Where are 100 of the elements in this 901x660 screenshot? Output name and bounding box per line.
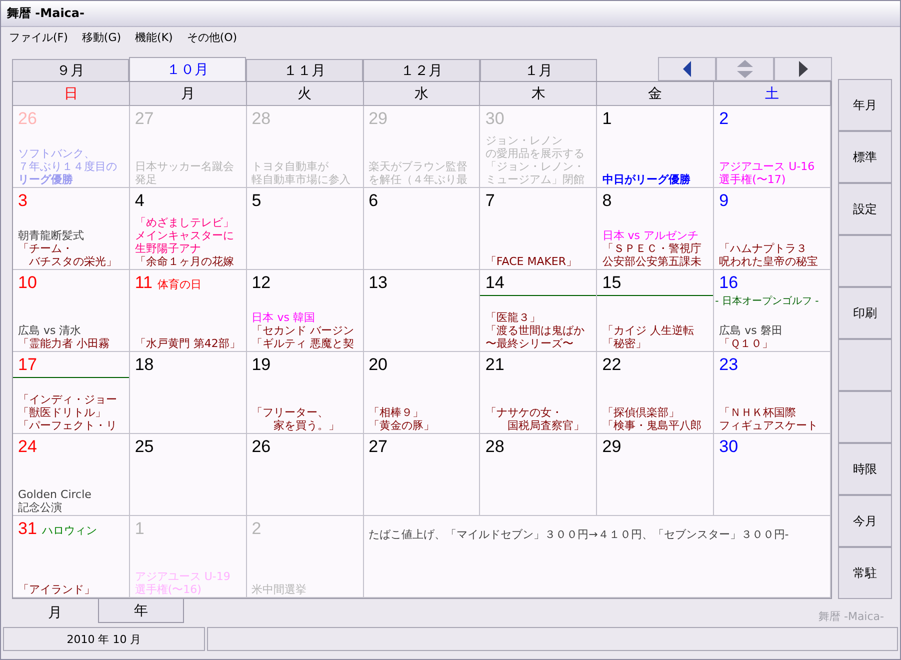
event-text: の愛用品を展示する bbox=[485, 147, 586, 160]
side-button[interactable]: 今月 bbox=[838, 495, 892, 547]
next-button[interactable] bbox=[774, 57, 832, 81]
day-cell[interactable]: 3 朝青龍断髪式 「チーム・ バチスタの栄光」 bbox=[13, 188, 130, 270]
day-cell[interactable]: 29 bbox=[597, 434, 714, 516]
day-cell[interactable]: 5 bbox=[246, 188, 364, 270]
event-text: 「パーフェクト・リ bbox=[18, 419, 118, 432]
day-cell[interactable]: 20 「相棒９」 「黄金の豚」 bbox=[364, 352, 480, 434]
side-button[interactable]: 標準 bbox=[838, 131, 892, 183]
day-cell[interactable]: 19 「フリーター、 家を買う。」 bbox=[246, 352, 364, 434]
blank-side-button[interactable] bbox=[838, 391, 892, 443]
event-text: 「医龍３」 bbox=[485, 311, 542, 324]
side-button[interactable]: 設定 bbox=[838, 183, 892, 235]
right-triangle-icon bbox=[798, 61, 808, 77]
event-text: 「探偵倶楽部」 bbox=[602, 406, 680, 419]
day-cell[interactable]: 4 「めざましテレビ」 メインキャスターに 生野陽子アナ 「余命１ヶ月の花嫁 bbox=[130, 188, 247, 270]
event-text: ７年ぶり１４度目の bbox=[18, 160, 118, 173]
day-number: 1 bbox=[134, 519, 144, 539]
day-cell[interactable]: 18 bbox=[130, 352, 247, 434]
event-text: 日本 vs アルゼンチ bbox=[602, 229, 700, 242]
event-text: 「水戸黄門 第42部」 bbox=[134, 337, 242, 350]
day-cell[interactable]: 22 「探偵倶楽部」 「検事・鬼島平八郎 bbox=[597, 352, 714, 434]
day-number: 13 bbox=[368, 273, 388, 293]
footer-brand: 舞暦 -Maica- bbox=[818, 609, 884, 624]
day-cell[interactable]: 8 日本 vs アルゼンチ 「ＳＰＥＣ・警視庁 公安部公安第五課未 bbox=[597, 188, 714, 270]
day-cell[interactable]: 7 「FACE MAKER」 bbox=[480, 188, 598, 270]
event-text: 選手権(〜16) bbox=[134, 583, 202, 596]
view-tab[interactable]: 年 bbox=[98, 599, 184, 623]
day-cell[interactable]: 30 bbox=[714, 434, 831, 516]
side-button[interactable]: 時限 bbox=[838, 443, 892, 495]
day-cell[interactable]: 12 日本 vs 韓国 「セカンド バージン 「ギルティ 悪魔と契 bbox=[246, 270, 364, 352]
event-text: トヨタ自動車が bbox=[252, 160, 330, 173]
day-number: 1 bbox=[602, 109, 612, 129]
event-text: 「アイランド」 bbox=[18, 583, 96, 596]
day-number: 7 bbox=[485, 191, 495, 211]
day-number: 29 bbox=[368, 109, 388, 129]
event-text: 「ハムナプトラ３ bbox=[719, 242, 808, 255]
day-cell[interactable]: 13 bbox=[364, 270, 480, 352]
month-tab[interactable]: １１月 bbox=[246, 59, 363, 81]
weekday-header: 月 bbox=[130, 82, 247, 106]
day-number: 4 bbox=[134, 191, 144, 211]
day-number: 20 bbox=[368, 355, 388, 375]
left-triangle-icon bbox=[682, 61, 692, 77]
day-cell[interactable]: 14 「医龍３」 「渡る世間は鬼ばか 〜最終シリーズ〜 bbox=[480, 270, 598, 352]
side-button[interactable]: 印刷 bbox=[838, 287, 892, 339]
day-cell[interactable]: 1 中日がリーグ優勝 bbox=[597, 106, 714, 188]
menu-item[interactable]: 機能(K) bbox=[135, 30, 173, 44]
day-cell[interactable]: 31 ハロウィン 「アイランド」 bbox=[13, 516, 130, 598]
menu-item[interactable]: その他(O) bbox=[186, 30, 238, 44]
blank-side-button[interactable] bbox=[838, 339, 892, 391]
side-button[interactable]: 年月 bbox=[838, 79, 892, 131]
day-cell[interactable]: 16 - 日本オープンゴルフ - 広島 vs 磐田 「Ｑ１０」 bbox=[714, 270, 831, 352]
event-text: 「検事・鬼島平八郎 bbox=[602, 419, 702, 432]
day-cell[interactable]: 23 「ＮＨＫ杯国際 フィギュアスケート bbox=[714, 352, 831, 434]
event-text: フィギュアスケート bbox=[719, 419, 820, 432]
day-cell[interactable]: 9 「ハムナプトラ３ 呪われた皇帝の秘宝 bbox=[714, 188, 831, 270]
day-cell[interactable]: 28 bbox=[480, 434, 598, 516]
day-cell[interactable]: 24 Golden Circle 記念公演 bbox=[13, 434, 130, 516]
event-text: たばこ値上げ、「マイルドセブン」３００円→４１０円、「セブンスター」３００円- bbox=[368, 527, 790, 542]
event-text: 発足 bbox=[134, 173, 158, 186]
month-tab[interactable]: ９月 bbox=[12, 59, 129, 81]
event-text: ミュージアム」閉館 bbox=[485, 173, 586, 186]
day-cell[interactable]: 11 体育の日 「水戸黄門 第42部」 bbox=[130, 270, 247, 352]
day-number: 16 bbox=[719, 273, 738, 293]
event-text: 広島 vs 清水 bbox=[18, 324, 82, 337]
day-number: 9 bbox=[719, 191, 729, 211]
day-cell[interactable]: 26 bbox=[246, 434, 364, 516]
event-text: 広島 vs 磐田 bbox=[719, 324, 784, 337]
month-tab[interactable]: １０月 bbox=[129, 57, 246, 81]
day-cell[interactable]: 21 「ナサケの女・ 国税局査察官」 bbox=[480, 352, 598, 434]
weekday-header: 土 bbox=[714, 82, 831, 106]
side-button[interactable]: 常駐 bbox=[838, 547, 892, 599]
day-cell[interactable]: 6 bbox=[364, 188, 480, 270]
event-text: 朝青龍断髪式 bbox=[18, 229, 85, 242]
event-text: ソフトバンク、 bbox=[18, 147, 96, 160]
blank-side-button[interactable] bbox=[838, 235, 892, 287]
weekday-header: 火 bbox=[246, 82, 364, 106]
day-cell[interactable]: 10 広島 vs 清水 「霊能力者 小田霧 bbox=[13, 270, 130, 352]
day-number: 10 bbox=[18, 273, 37, 293]
event-text: リーグ優勝 bbox=[18, 173, 74, 186]
day-cell[interactable]: 15 「カイジ 人生逆転 「秘密」 bbox=[597, 270, 714, 352]
day-number: 5 bbox=[252, 191, 262, 211]
weekday-header: 金 bbox=[597, 82, 714, 106]
month-tab[interactable]: １２月 bbox=[363, 59, 480, 81]
event-text: 日本サッカー名蹴会 bbox=[134, 160, 235, 173]
day-cell[interactable]: 2 アジアユース U-16 選手権(〜17) bbox=[714, 106, 831, 188]
day-number: 29 bbox=[602, 437, 622, 457]
previous-button[interactable] bbox=[658, 57, 716, 81]
day-cell[interactable]: たばこ値上げ、「マイルドセブン」３００円→４１０円、「セブンスター」３００円- bbox=[364, 516, 831, 598]
event-text: 「ＮＨＫ杯国際 bbox=[719, 406, 798, 419]
menu-item[interactable]: 移動(G) bbox=[82, 30, 122, 44]
day-cell[interactable]: 25 bbox=[130, 434, 247, 516]
menu-item[interactable]: ファイル(F) bbox=[9, 30, 68, 44]
day-cell[interactable]: 17 「インディ・ジョー 「獣医ドリトル」 「パーフェクト・リ bbox=[13, 352, 130, 434]
event-text: メインキャスターに bbox=[134, 229, 235, 242]
month-tab[interactable]: １月 bbox=[480, 59, 597, 81]
event-span-label: - 日本オープンゴルフ - bbox=[715, 294, 820, 308]
day-number: 19 bbox=[252, 355, 271, 375]
day-cell[interactable]: 27 bbox=[364, 434, 480, 516]
day-number: 2 bbox=[252, 519, 262, 539]
